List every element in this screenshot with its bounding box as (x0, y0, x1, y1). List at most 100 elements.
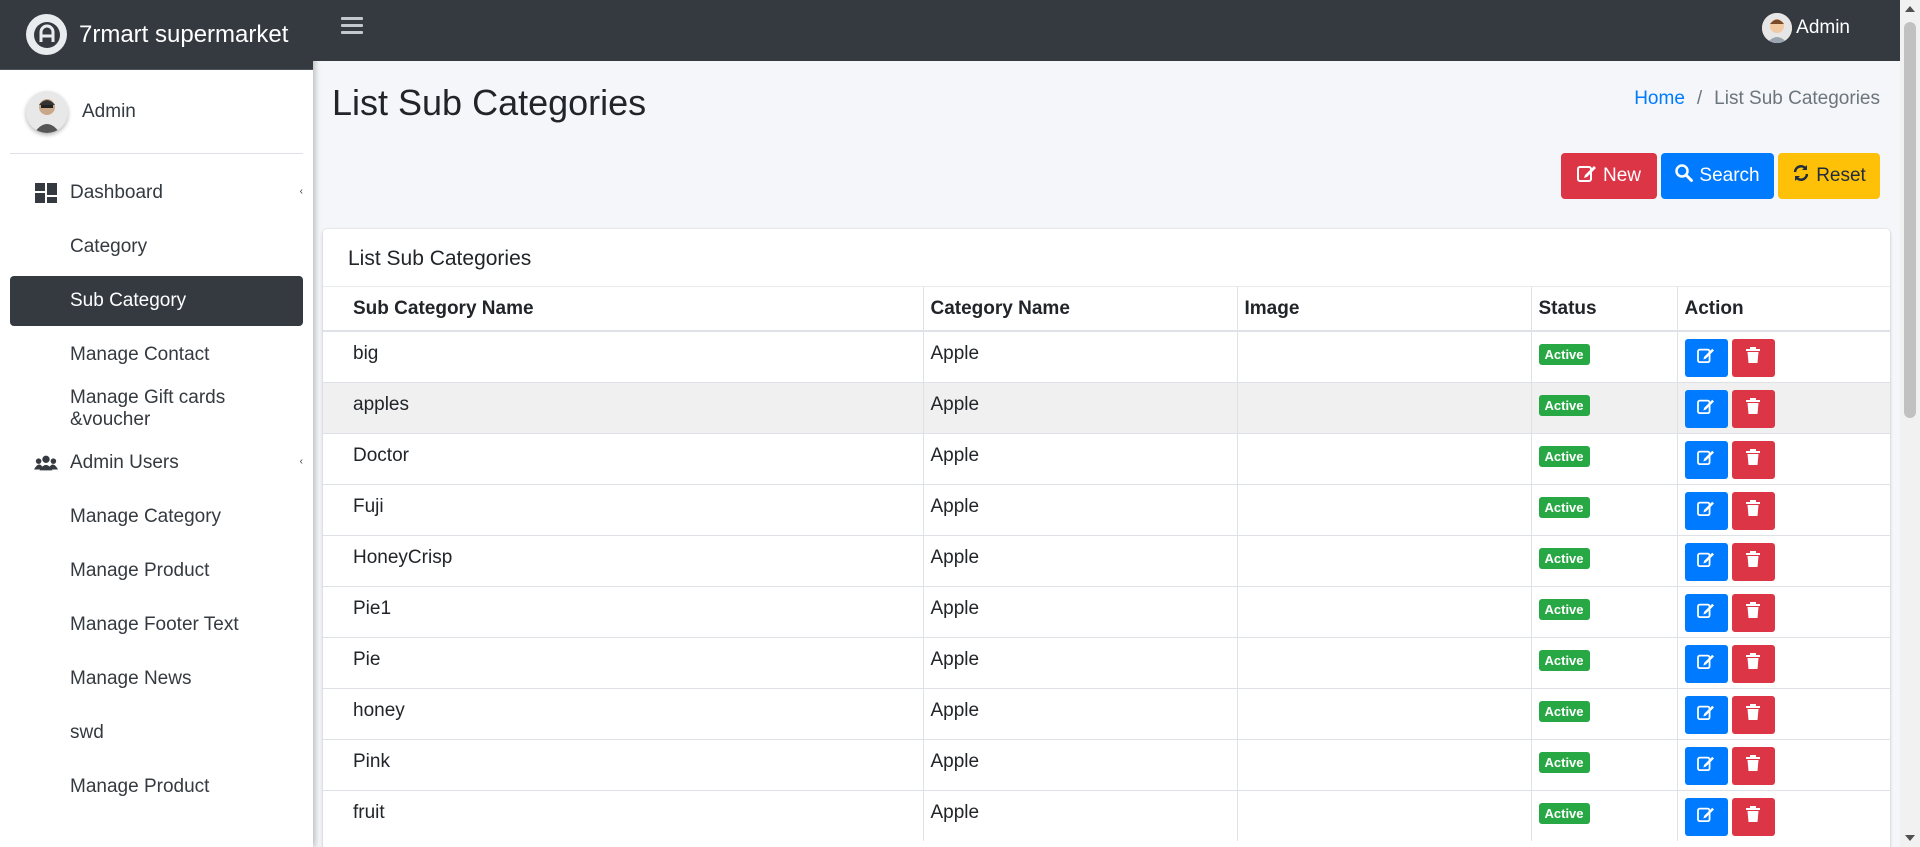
edit-button[interactable] (1684, 644, 1728, 683)
edit-button[interactable] (1684, 695, 1728, 734)
status-badge[interactable]: Active (1538, 802, 1590, 824)
delete-button[interactable] (1731, 695, 1775, 734)
edit-button[interactable] (1684, 440, 1728, 479)
delete-button[interactable] (1731, 389, 1775, 428)
delete-button[interactable] (1731, 339, 1775, 377)
table-row: Pie Apple Active (323, 636, 1890, 688)
edit-button[interactable] (1684, 797, 1728, 836)
table-row: HoneyCrisp Apple Active (323, 534, 1890, 586)
sidebar-item-label: Manage Product (70, 560, 210, 581)
edit-icon (1697, 551, 1715, 573)
delete-button[interactable] (1731, 746, 1775, 785)
delete-button[interactable] (1731, 491, 1775, 530)
image-cell (1237, 636, 1532, 688)
category-name-cell: Apple (923, 738, 1238, 790)
scroll-down-arrow-icon[interactable] (1905, 835, 1915, 841)
trash-icon (1746, 652, 1760, 675)
trash-icon (1746, 703, 1760, 726)
delete-button[interactable] (1731, 797, 1775, 836)
content-header: List Sub Categories (332, 82, 646, 124)
breadcrumb-home-link[interactable]: Home (1634, 88, 1685, 110)
status-badge[interactable]: Active (1538, 547, 1590, 569)
category-name-cell: Apple (923, 483, 1238, 535)
sidebar-item-admin-users[interactable]: Admin Users ‹ (10, 438, 303, 488)
sidebar-item-label: Admin Users (70, 452, 179, 473)
category-name-cell: Apple (923, 585, 1238, 637)
reset-button[interactable]: Reset (1778, 153, 1880, 199)
edit-icon (1697, 449, 1715, 471)
status-cell: Active (1531, 330, 1678, 382)
sidebar-item-sub-category[interactable]: Sub Category (10, 276, 303, 326)
sidebar-item-category[interactable]: Category (10, 222, 303, 272)
trash-icon (1746, 347, 1760, 369)
new-button[interactable]: New (1561, 153, 1657, 199)
search-icon (1675, 164, 1694, 188)
breadcrumb-separator: / (1696, 88, 1703, 109)
trash-icon (1746, 754, 1760, 777)
sidebar-item-dashboard[interactable]: Dashboard ‹ (10, 168, 303, 218)
status-cell: Active (1531, 483, 1678, 535)
edit-icon (1697, 755, 1715, 777)
edit-icon (1697, 347, 1715, 369)
sidebar-item-manage-product[interactable]: Manage Product (10, 546, 303, 596)
status-badge[interactable]: Active (1538, 751, 1590, 773)
edit-button[interactable] (1684, 542, 1728, 581)
delete-button[interactable] (1731, 644, 1775, 683)
edit-button[interactable] (1684, 593, 1728, 632)
sidebar-item-label: Manage Contact (70, 344, 210, 365)
trash-icon (1746, 805, 1760, 828)
status-badge[interactable]: Active (1538, 394, 1590, 416)
action-cell (1677, 585, 1890, 637)
sidebar-item-manage-category[interactable]: Manage Category (10, 492, 303, 542)
sub-category-name-cell: big (323, 330, 924, 382)
sidebar-item-manage-gift-cards[interactable]: Manage Gift cards &voucher (10, 384, 303, 434)
hamburger-menu-icon[interactable] (341, 17, 363, 39)
edit-button[interactable] (1684, 746, 1728, 785)
edit-button[interactable] (1684, 491, 1728, 530)
brand-link[interactable]: 7rmart supermarket (0, 0, 313, 70)
table-header-row: Sub Category Name Category Name Image St… (323, 287, 1890, 332)
delete-button[interactable] (1731, 593, 1775, 632)
image-cell (1237, 585, 1532, 637)
action-cell (1677, 432, 1890, 484)
status-cell: Active (1531, 585, 1678, 637)
edit-icon (1697, 398, 1715, 420)
status-badge[interactable]: Active (1538, 598, 1590, 620)
status-badge[interactable]: Active (1538, 344, 1590, 365)
edit-icon (1576, 164, 1597, 188)
sidebar-item-swd[interactable]: swd (10, 708, 303, 758)
status-cell: Active (1531, 534, 1678, 586)
action-cell (1677, 687, 1890, 739)
sidebar-item-manage-product-2[interactable]: Manage Product (10, 762, 303, 812)
sidebar-item-label: Manage News (70, 668, 192, 689)
breadcrumb: Home / List Sub Categories (1634, 88, 1880, 110)
delete-button[interactable] (1731, 440, 1775, 479)
user-panel[interactable]: Admin (10, 70, 303, 154)
status-badge[interactable]: Active (1538, 700, 1590, 722)
navbar-user-menu[interactable]: Admin (1762, 13, 1850, 43)
category-name-cell: Apple (923, 432, 1238, 484)
scroll-up-arrow-icon[interactable] (1905, 6, 1915, 12)
refresh-icon (1792, 164, 1810, 188)
edit-button[interactable] (1684, 389, 1728, 428)
edit-button[interactable] (1684, 339, 1728, 377)
sidebar-item-label: Sub Category (70, 290, 187, 311)
scrollbar-thumb[interactable] (1904, 22, 1916, 418)
status-badge[interactable]: Active (1538, 445, 1590, 467)
user-avatar (26, 90, 68, 133)
search-button[interactable]: Search (1661, 153, 1774, 199)
sidebar-item-manage-news[interactable]: Manage News (10, 654, 303, 704)
delete-button[interactable] (1731, 542, 1775, 581)
breadcrumb-current: List Sub Categories (1714, 88, 1880, 109)
new-button-label: New (1602, 165, 1641, 186)
status-badge[interactable]: Active (1538, 496, 1590, 518)
top-navbar: Admin (313, 0, 1900, 61)
vertical-scrollbar[interactable] (1900, 0, 1920, 847)
status-badge[interactable]: Active (1538, 649, 1590, 671)
sidebar-item-manage-contact[interactable]: Manage Contact (10, 330, 303, 380)
category-name-cell: Apple (923, 789, 1238, 841)
trash-icon (1746, 448, 1760, 471)
sidebar-item-manage-footer-text[interactable]: Manage Footer Text (10, 600, 303, 650)
image-cell (1237, 687, 1532, 739)
image-cell (1237, 381, 1532, 433)
